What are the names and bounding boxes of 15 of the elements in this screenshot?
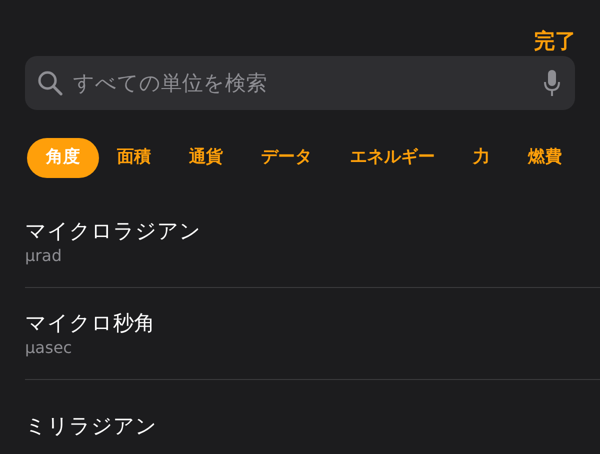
unit-name: マイクロラジアン (25, 218, 201, 244)
category-tab[interactable]: 燃費 (526, 138, 564, 178)
search-field[interactable]: すべての単位を検索 (25, 56, 575, 110)
category-tab[interactable]: 力 (471, 138, 492, 178)
category-tab[interactable]: データ (259, 138, 314, 178)
category-tab[interactable]: 通貨 (187, 138, 225, 178)
microphone-icon[interactable] (543, 69, 561, 97)
category-tab[interactable]: エネルギー (348, 138, 437, 178)
unit-symbol: µrad (25, 244, 62, 266)
search-icon (37, 70, 63, 96)
unit-name: マイクロ秒角 (25, 310, 155, 336)
unit-name: ミリラジアン (25, 413, 157, 440)
done-button[interactable]: 完了 (534, 26, 576, 56)
category-tab[interactable]: 面積 (115, 138, 153, 178)
unit-symbol: µasec (25, 336, 72, 358)
